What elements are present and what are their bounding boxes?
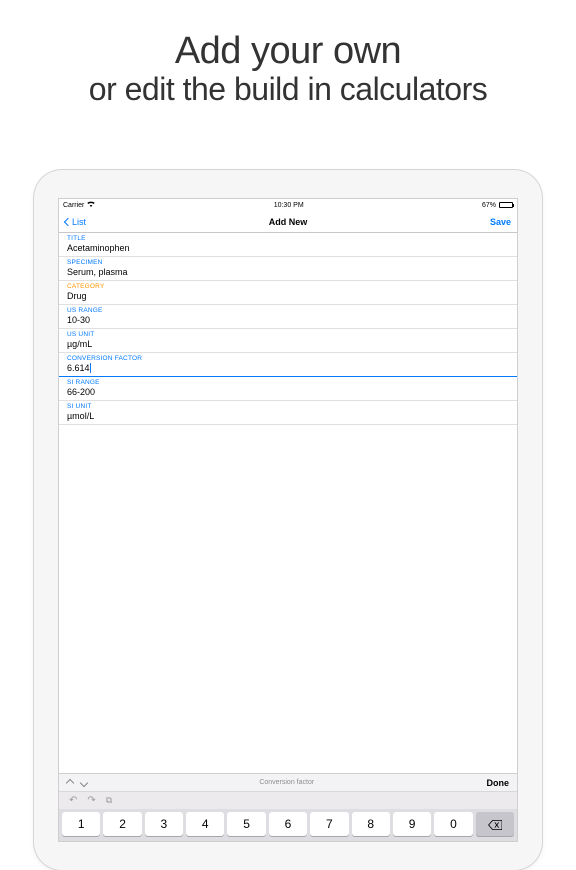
key-1[interactable]: 1 xyxy=(62,812,100,836)
field-specimen-value: Serum, plasma xyxy=(67,266,509,278)
status-time: 10:30 PM xyxy=(274,202,304,209)
prev-field-button[interactable] xyxy=(66,778,74,786)
keyboard-area: Conversion factor Done ↶ ↷ ⧉ 1 2 3 4 5 6… xyxy=(59,773,517,841)
field-us-range-label: US RANGE xyxy=(67,307,509,314)
field-category-value: Drug xyxy=(67,290,509,302)
field-si-range-label: SI RANGE xyxy=(67,379,509,386)
battery-pct: 67% xyxy=(482,202,496,209)
key-3[interactable]: 3 xyxy=(145,812,183,836)
key-7[interactable]: 7 xyxy=(310,812,348,836)
field-conversion-factor[interactable]: CONVERSION FACTOR 6.614 xyxy=(59,353,517,377)
field-us-unit-value: µg/mL xyxy=(67,338,509,350)
field-conversion-factor-label: CONVERSION FACTOR xyxy=(67,355,509,362)
field-us-unit[interactable]: US UNIT µg/mL xyxy=(59,329,517,353)
field-title-label: TITLE xyxy=(67,235,509,242)
key-8[interactable]: 8 xyxy=(352,812,390,836)
field-si-unit-value: µmol/L xyxy=(67,410,509,422)
field-specimen-label: SPECIMEN xyxy=(67,259,509,266)
key-5[interactable]: 5 xyxy=(227,812,265,836)
keyboard-accessory: Conversion factor Done xyxy=(59,773,517,791)
field-si-range[interactable]: SI RANGE 66-200 xyxy=(59,377,517,401)
headline-line1: Add your own xyxy=(0,30,576,73)
field-title[interactable]: TITLE Acetaminophen xyxy=(59,233,517,257)
undo-row: ↶ ↷ ⧉ xyxy=(59,791,517,809)
accessory-hint: Conversion factor xyxy=(259,779,314,786)
field-specimen[interactable]: SPECIMEN Serum, plasma xyxy=(59,257,517,281)
back-label: List xyxy=(72,217,86,227)
save-button[interactable]: Save xyxy=(490,217,511,227)
undo-icon[interactable]: ↶ xyxy=(69,795,77,806)
chevron-left-icon xyxy=(64,217,72,225)
backspace-key[interactable] xyxy=(476,812,514,836)
promo-headline: Add your own or edit the build in calcul… xyxy=(0,0,576,108)
field-title-value: Acetaminophen xyxy=(67,242,509,254)
page-title: Add New xyxy=(269,217,308,227)
field-conversion-factor-value: 6.614 xyxy=(67,362,509,374)
headline-line2: or edit the build in calculators xyxy=(0,71,576,108)
form: TITLE Acetaminophen SPECIMEN Serum, plas… xyxy=(59,233,517,425)
status-bar: Carrier 10:30 PM 67% xyxy=(59,199,517,211)
back-button[interactable]: List xyxy=(65,217,86,227)
redo-icon[interactable]: ↷ xyxy=(87,795,95,806)
field-si-range-value: 66-200 xyxy=(67,386,509,398)
key-4[interactable]: 4 xyxy=(186,812,224,836)
done-button[interactable]: Done xyxy=(486,778,509,788)
text-caret xyxy=(90,363,91,373)
field-category-label: CATEGORY xyxy=(67,283,509,290)
paste-icon[interactable]: ⧉ xyxy=(106,795,112,806)
battery-icon xyxy=(499,202,513,208)
field-us-range[interactable]: US RANGE 10-30 xyxy=(59,305,517,329)
next-field-button[interactable] xyxy=(80,778,88,786)
field-si-unit[interactable]: SI UNIT µmol/L xyxy=(59,401,517,425)
wifi-icon xyxy=(87,201,95,209)
carrier-label: Carrier xyxy=(63,202,84,209)
screen: Carrier 10:30 PM 67% List Add New Save T… xyxy=(58,198,518,842)
nav-bar: List Add New Save xyxy=(59,211,517,233)
field-us-range-value: 10-30 xyxy=(67,314,509,326)
key-9[interactable]: 9 xyxy=(393,812,431,836)
backspace-icon xyxy=(488,819,502,829)
number-key-row: 1 2 3 4 5 6 7 8 9 0 xyxy=(59,809,517,841)
field-us-unit-label: US UNIT xyxy=(67,331,509,338)
field-si-unit-label: SI UNIT xyxy=(67,403,509,410)
field-category[interactable]: CATEGORY Drug xyxy=(59,281,517,305)
ipad-frame: Carrier 10:30 PM 67% List Add New Save T… xyxy=(34,170,542,870)
key-0[interactable]: 0 xyxy=(434,812,472,836)
key-2[interactable]: 2 xyxy=(103,812,141,836)
key-6[interactable]: 6 xyxy=(269,812,307,836)
